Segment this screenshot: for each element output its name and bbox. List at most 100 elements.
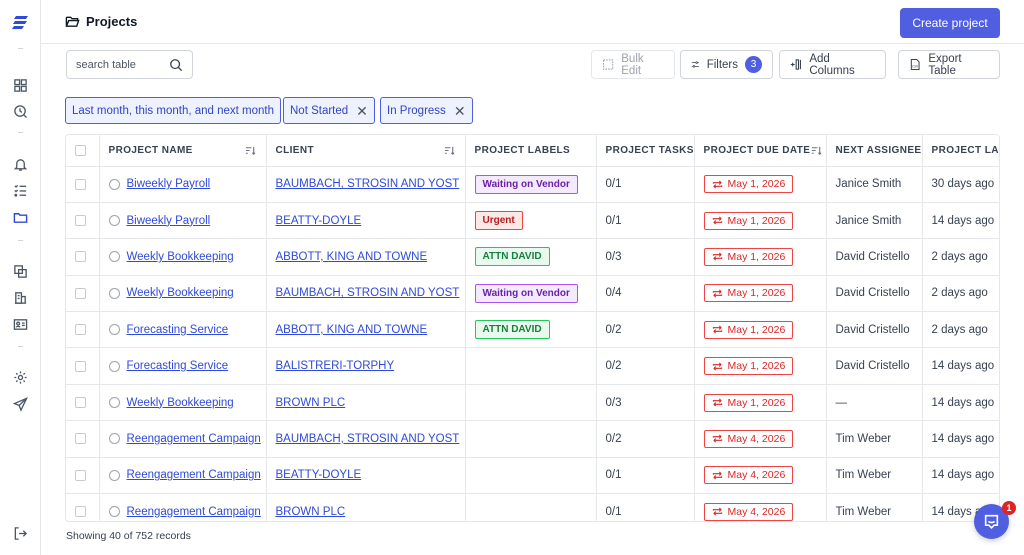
project-name-link[interactable]: Weekly Bookkeeping <box>127 397 234 409</box>
project-last-cell: 30 days ago <box>922 166 999 203</box>
client-link[interactable]: BROWN PLC <box>276 506 346 518</box>
filter-chip-date-range[interactable]: Last month, this month, and next month <box>65 97 282 124</box>
add-columns-button[interactable]: Add Columns <box>779 50 886 79</box>
folder-icon[interactable] <box>12 209 28 225</box>
contact-card-icon[interactable] <box>12 316 28 332</box>
project-name-link[interactable]: Reengagement Campaign <box>127 433 261 445</box>
search-box[interactable] <box>66 50 193 79</box>
project-name-link[interactable]: Reengagement Campaign <box>127 506 261 518</box>
create-project-button[interactable]: Create project <box>900 8 1000 38</box>
status-circle-icon[interactable] <box>108 506 120 518</box>
table-row[interactable]: Forecasting Service ABBOTT, KING AND TOWN… <box>66 311 999 349</box>
filter-chip-not-started[interactable]: Not Started ✕ <box>283 97 375 124</box>
status-circle-icon[interactable] <box>108 215 120 227</box>
client-link[interactable]: BROWN PLC <box>276 397 346 409</box>
row-checkbox[interactable] <box>75 360 86 372</box>
logout-icon[interactable] <box>12 525 28 541</box>
bulk-edit-button[interactable]: Bulk Edit <box>591 50 675 79</box>
column-header-project-due-date[interactable]: PROJECT DUE DATE <box>694 135 827 167</box>
column-header-client[interactable]: CLIENT <box>266 135 466 167</box>
select-all-checkbox[interactable] <box>75 144 86 156</box>
project-labels-cell: Waiting on Vendor <box>465 275 597 313</box>
status-circle-icon[interactable] <box>108 397 120 409</box>
project-label-tag[interactable]: ATTN DAVID <box>474 320 550 340</box>
column-header-project-last[interactable]: PROJECT LAST <box>922 135 999 167</box>
sliders-icon <box>691 61 699 68</box>
sort-icon[interactable] <box>245 145 256 156</box>
repeat-icon <box>712 216 722 225</box>
due-date-text: May 4, 2026 <box>727 469 786 482</box>
row-checkbox[interactable] <box>75 215 86 227</box>
project-name-link[interactable]: Weekly Bookkeeping <box>127 287 234 299</box>
send-icon[interactable] <box>12 396 28 412</box>
table-row[interactable]: Reengagement Campaign BROWN PLC 0/1 May 4, … <box>66 493 999 521</box>
project-name-link[interactable]: Forecasting Service <box>127 360 229 372</box>
close-icon[interactable]: ✕ <box>454 104 466 118</box>
row-checkbox[interactable] <box>75 506 86 518</box>
row-checkbox[interactable] <box>75 324 86 336</box>
search-input[interactable] <box>76 58 166 71</box>
sort-desc-icon[interactable] <box>811 145 822 156</box>
copy-icon[interactable] <box>12 263 28 279</box>
table-row[interactable]: Weekly Bookkeeping ABBOTT, KING AND TOWNE… <box>66 238 999 276</box>
filter-chip-label: In Progress <box>387 104 446 117</box>
project-label-tag[interactable]: ATTN DAVID <box>474 247 550 267</box>
status-circle-icon[interactable] <box>108 287 120 299</box>
bell-icon[interactable] <box>12 156 28 172</box>
project-name-link[interactable]: Forecasting Service <box>127 324 229 336</box>
table-row[interactable]: Reengagement Campaign BEATTY-DOYLE 0/1 May … <box>66 457 999 495</box>
repeat-icon <box>712 252 722 262</box>
project-tasks-cell: 0/1 <box>596 493 695 521</box>
project-name-link[interactable]: Weekly Bookkeeping <box>127 251 234 263</box>
row-checkbox[interactable] <box>75 178 86 190</box>
status-circle-icon[interactable] <box>108 360 120 372</box>
project-label-tag[interactable]: Waiting on Vendor <box>474 283 578 303</box>
table-row[interactable]: Biweekly Payroll BAUMBACH, STROSIN AND YO… <box>66 166 999 203</box>
table-row[interactable]: Weekly Bookkeeping BROWN PLC 0/3 May 1, 202… <box>66 384 999 422</box>
client-link[interactable]: ABBOTT, KING AND TOWNE <box>276 324 428 336</box>
status-circle-icon[interactable] <box>108 469 120 481</box>
column-header-project-labels[interactable]: PROJECT LABELS <box>465 135 597 167</box>
filters-button[interactable]: Filters 3 <box>680 50 773 79</box>
column-header-next-assignee[interactable]: NEXT ASSIGNEE <box>826 135 923 167</box>
export-table-button[interactable]: CSV Export Table <box>898 50 1000 79</box>
checklist-icon[interactable] <box>12 182 28 198</box>
project-name-link[interactable]: Biweekly Payroll <box>127 215 211 227</box>
client-link[interactable]: BEATTY-DOYLE <box>276 469 362 481</box>
status-circle-icon[interactable] <box>108 324 120 336</box>
sort-icon[interactable] <box>444 145 455 156</box>
table-row[interactable]: Reengagement Campaign BAUMBACH, STROSIN A… <box>66 420 999 458</box>
logo-icon[interactable] <box>12 14 29 30</box>
project-name-link[interactable]: Biweekly Payroll <box>127 178 211 190</box>
row-checkbox[interactable] <box>75 397 86 408</box>
status-circle-icon[interactable] <box>108 433 120 445</box>
project-name-link[interactable]: Reengagement Campaign <box>127 469 261 481</box>
row-checkbox[interactable] <box>75 469 86 481</box>
status-circle-icon[interactable] <box>108 178 120 190</box>
project-label-tag[interactable]: Urgent <box>474 211 523 231</box>
table-row[interactable]: Forecasting Service BALISTRERI-TORPHY 0/2 M… <box>66 347 999 385</box>
building-icon[interactable] <box>12 289 28 305</box>
clock-search-icon[interactable] <box>12 103 28 119</box>
table-row[interactable]: Biweekly Payroll BEATTY-DOYLE Urgent 0/1 May… <box>66 202 999 240</box>
column-header-project-tasks[interactable]: PROJECT TASKS <box>596 135 695 167</box>
client-link[interactable]: BAUMBACH, STROSIN AND YOST <box>276 433 460 445</box>
repeat-icon <box>712 434 722 443</box>
client-link[interactable]: ABBOTT, KING AND TOWNE <box>276 251 428 263</box>
gear-icon[interactable] <box>12 369 28 385</box>
project-label-tag[interactable]: Waiting on Vendor <box>474 174 578 194</box>
client-link[interactable]: BAUMBACH, STROSIN AND YOST <box>276 178 460 190</box>
status-circle-icon[interactable] <box>108 251 120 263</box>
column-header-project-name[interactable]: PROJECT NAME <box>99 135 267 167</box>
client-link[interactable]: BAUMBACH, STROSIN AND YOST <box>276 287 460 299</box>
dashboard-icon[interactable] <box>12 77 28 93</box>
client-link[interactable]: BALISTRERI-TORPHY <box>276 360 395 372</box>
table-row[interactable]: Weekly Bookkeeping BAUMBACH, STROSIN AND … <box>66 275 999 313</box>
row-checkbox[interactable] <box>75 433 86 445</box>
filter-chip-in-progress[interactable]: In Progress ✕ <box>380 97 473 124</box>
due-date-text: May 1, 2026 <box>727 360 786 373</box>
row-checkbox[interactable] <box>75 251 86 263</box>
row-checkbox[interactable] <box>75 287 86 299</box>
client-link[interactable]: BEATTY-DOYLE <box>276 215 362 227</box>
close-icon[interactable]: ✕ <box>356 104 368 118</box>
